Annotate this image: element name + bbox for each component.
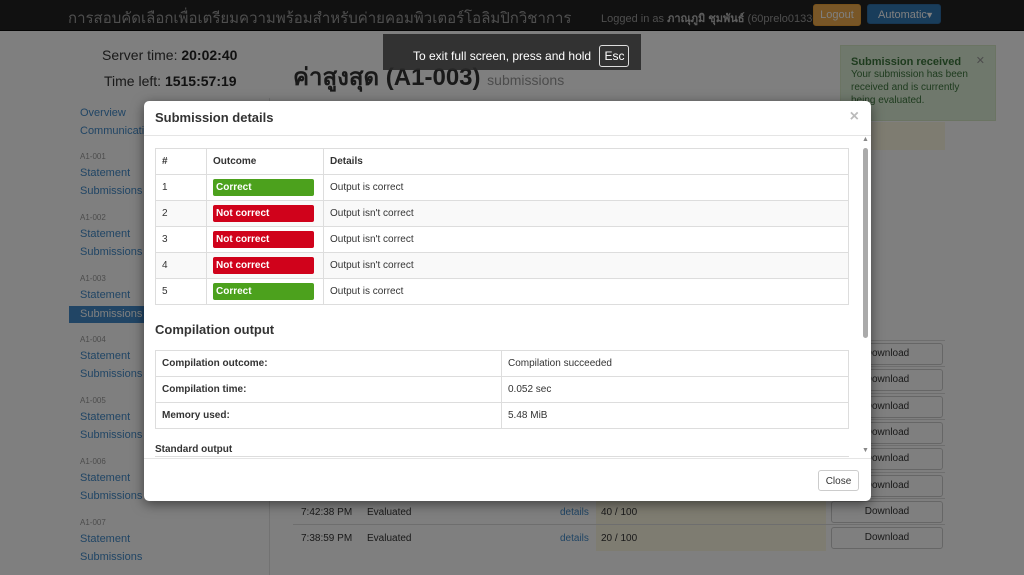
- compilation-key: Compilation time:: [155, 376, 502, 403]
- compilation-value: 0.052 sec: [501, 376, 849, 403]
- testcase-row: 3 Not correct Output isn't correct: [155, 226, 849, 253]
- modal-header: Submission details ×: [144, 101, 871, 136]
- testcase-number: 2: [155, 200, 207, 227]
- testcase-details: Output is correct: [323, 174, 849, 201]
- modal-scrollbar[interactable]: ▲ ▼: [861, 136, 869, 454]
- testcase-row: 1 Correct Output is correct: [155, 174, 849, 201]
- testcase-outcome-cell: Not correct: [206, 252, 324, 279]
- testcase-details: Output is correct: [323, 278, 849, 305]
- fullscreen-hint: To exit full screen, press and hold Esc: [383, 34, 641, 70]
- modal-title: Submission details: [155, 110, 274, 125]
- col-header-details: Details: [323, 148, 849, 175]
- compilation-rows: Compilation outcome: Compilation succeede…: [155, 350, 849, 429]
- scroll-up-icon[interactable]: ▲: [862, 136, 869, 143]
- outcome-badge-not-correct: Not correct: [213, 257, 314, 274]
- fullscreen-hint-text: To exit full screen, press and hold: [413, 49, 592, 63]
- col-header-number: #: [155, 148, 207, 175]
- modal-footer: Close: [144, 458, 871, 501]
- testcase-header-row: # Outcome Details: [155, 148, 849, 175]
- modal-close-icon[interactable]: ×: [850, 108, 859, 126]
- testcase-number: 5: [155, 278, 207, 305]
- compilation-output-title: Compilation output: [155, 322, 275, 337]
- testcase-number: 4: [155, 252, 207, 279]
- submission-details-modal: Submission details × # Outcome Details 1…: [144, 101, 871, 501]
- testcase-details: Output isn't correct: [323, 252, 849, 279]
- testcase-table: # Outcome Details 1 Correct Output is corr…: [155, 148, 849, 305]
- testcase-details: Output isn't correct: [323, 200, 849, 227]
- scroll-down-icon[interactable]: ▼: [862, 447, 869, 454]
- compilation-value: 5.48 MiB: [501, 402, 849, 429]
- outcome-badge-correct: Correct: [213, 283, 314, 300]
- testcase-row: 2 Not correct Output isn't correct: [155, 200, 849, 227]
- testcase-outcome-cell: Not correct: [206, 200, 324, 227]
- outcome-badge-correct: Correct: [213, 179, 314, 196]
- testcase-row: 4 Not correct Output isn't correct: [155, 252, 849, 279]
- testcase-outcome-cell: Correct: [206, 174, 324, 201]
- esc-key: Esc: [599, 45, 630, 67]
- testcase-row: 5 Correct Output is correct: [155, 278, 849, 305]
- compilation-row: Compilation outcome: Compilation succeede…: [155, 350, 849, 377]
- scrollbar-thumb[interactable]: [863, 148, 868, 338]
- col-header-outcome: Outcome: [206, 148, 324, 175]
- compilation-row: Compilation time: 0.052 sec: [155, 376, 849, 403]
- testcase-details: Output isn't correct: [323, 226, 849, 253]
- compilation-key: Memory used:: [155, 402, 502, 429]
- modal-body: # Outcome Details 1 Correct Output is corr…: [144, 136, 871, 458]
- testcase-number: 1: [155, 174, 207, 201]
- testcase-number: 3: [155, 226, 207, 253]
- outcome-badge-not-correct: Not correct: [213, 205, 314, 222]
- standard-output-title: Standard output: [155, 444, 233, 455]
- compilation-value: Compilation succeeded: [501, 350, 849, 377]
- compilation-table: Compilation outcome: Compilation succeede…: [155, 350, 849, 429]
- testcase-rows: 1 Correct Output is correct 2 Not correct Out…: [155, 174, 849, 305]
- testcase-outcome-cell: Correct: [206, 278, 324, 305]
- compilation-row: Memory used: 5.48 MiB: [155, 402, 849, 429]
- testcase-outcome-cell: Not correct: [206, 226, 324, 253]
- outcome-badge-not-correct: Not correct: [213, 231, 314, 248]
- close-button[interactable]: Close: [818, 470, 859, 491]
- compilation-key: Compilation outcome:: [155, 350, 502, 377]
